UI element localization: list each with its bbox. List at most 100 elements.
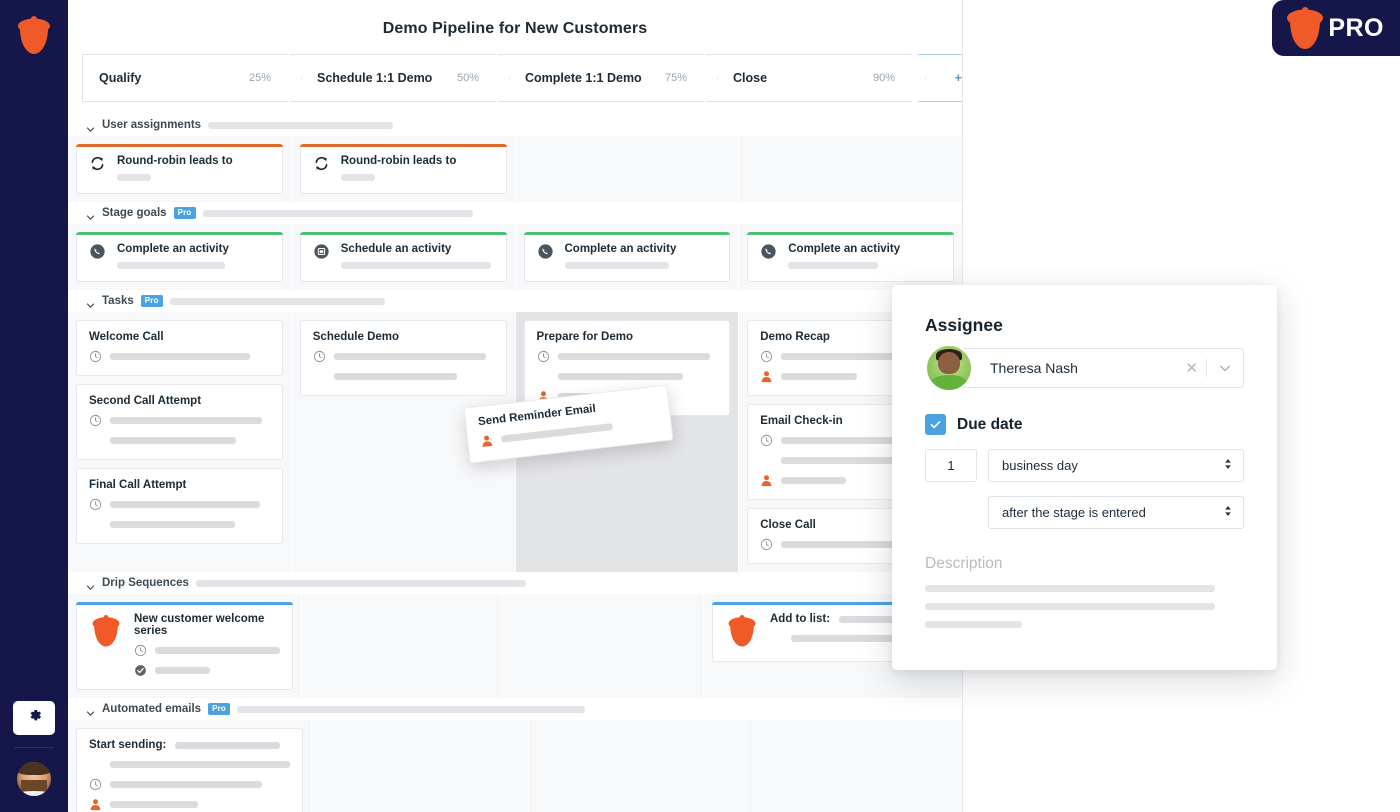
board-card[interactable]: Complete an activity [76,232,283,282]
due-date-timing-select[interactable]: after the stage is entered [988,496,1244,529]
board-cell-stage_goals-2[interactable]: Schedule an activity [291,224,515,290]
app-window: Demo Pipeline for New Customers Qualify 2… [68,0,963,812]
board-card-row [117,174,270,181]
board-card-body: Round-robin leads to [340,155,494,181]
pro-badge: PRO [1272,0,1400,56]
chevron-down-icon[interactable] [86,121,95,132]
board-card[interactable]: Complete an activity [523,232,731,282]
board-card-row [89,434,270,447]
chevron-down-icon[interactable] [86,297,95,308]
board-card-row [537,370,718,383]
pipeline-stage-4[interactable]: Close 90% [706,54,926,102]
board-card[interactable]: Schedule Demo [299,320,507,396]
due-date-unit-value: business day [1002,458,1078,473]
acorn-icon [1282,4,1328,52]
board-cell-tasks-1[interactable]: Welcome Call Second Call Attempt Final Cal… [68,312,291,572]
section-header-user_assignments[interactable]: User assignments [68,114,962,136]
section-skeleton-bar [202,209,473,217]
board-card-skeleton [117,262,225,269]
board-card[interactable]: Second Call Attempt [76,384,283,460]
assignee-avatar-face [938,352,960,375]
pipeline-stage-percent: 50% [456,72,479,84]
board-card[interactable]: New customer welcome series [76,602,293,690]
board-card[interactable]: Final Call Attempt [76,468,283,544]
board-cell-automated_emails-1[interactable]: Start sending: [68,720,311,812]
due-date-checkbox[interactable] [925,414,946,435]
dragged-task-skeleton [500,423,613,443]
board-card-row [89,498,270,511]
user-avatar[interactable] [17,762,51,796]
pipeline-stage-1[interactable]: Qualify 25% [82,54,302,102]
board-cell-user_assignments-3[interactable] [515,136,739,202]
board-cell-user_assignments-1[interactable]: Round-robin leads to [68,136,291,202]
settings-gear-button[interactable] [13,701,55,735]
board-card-title: Final Call Attempt [89,479,187,491]
section-skeleton-bar [208,121,394,129]
board-card-title: Round-robin leads to [340,155,457,167]
clock-icon [89,778,102,791]
board-cell-automated_emails-4[interactable] [746,720,962,812]
board-card-row [89,758,290,771]
pipeline-board: User assignments Round-robin leads to Roun… [68,114,962,812]
board-cell-drip_sequences-2[interactable] [302,594,502,698]
round-robin-icon [313,155,330,172]
description-line [925,621,1022,628]
row-spacer [89,758,102,771]
board-card[interactable]: Schedule an activity [299,232,507,282]
description-line [925,585,1215,592]
board-cell-user_assignments-2[interactable]: Round-robin leads to [291,136,515,202]
board-cell-stage_goals-1[interactable]: Complete an activity [68,224,291,290]
section-header-automated_emails[interactable]: Automated emails Pro [68,698,962,720]
board-card-skeleton [117,174,151,181]
board-card[interactable]: Welcome Call [76,320,283,376]
board-card[interactable]: Round-robin leads to [76,144,283,194]
board-cell-automated_emails-2[interactable] [312,720,528,812]
assignee-input[interactable]: Theresa Nash ✕ [959,348,1244,388]
board-card[interactable]: Round-robin leads to [299,144,507,194]
board-card-row [134,664,280,677]
phone-circle-icon [89,243,106,260]
clock-icon [760,538,773,551]
board-card-title: Schedule Demo [312,331,400,343]
row-spacer [313,370,326,383]
board-card-title: Start sending: [89,739,167,751]
board-card-title-row: Start sending: [89,739,290,751]
section-title: Stage goals [102,207,167,219]
board-cell-drip_sequences-3[interactable] [503,594,703,698]
panel-heading: Assignee [925,315,1003,335]
pipeline-stage-2[interactable]: Schedule 1:1 Demo 50% [290,54,510,102]
acorn-logo-icon[interactable] [14,14,54,56]
board-card-skeleton [557,353,710,360]
board-cell-drip_sequences-1[interactable]: New customer welcome series [68,594,301,698]
calendar-circle-icon [313,243,330,260]
board-cell-stage_goals-3[interactable]: Complete an activity [515,224,739,290]
chevron-down-icon[interactable] [86,705,95,716]
board-cell-user_assignments-4[interactable] [739,136,962,202]
due-date-unit-select[interactable]: business day [988,449,1244,482]
pipeline-stages: Qualify 25% Schedule 1:1 Demo 50% Complete 1… [82,54,948,102]
section-header-stage_goals[interactable]: Stage goals Pro [68,202,962,224]
close-icon[interactable]: ✕ [1177,359,1206,377]
board-card-title: Welcome Call [89,331,164,343]
board-cell-automated_emails-3[interactable] [529,720,745,812]
board-card-skeleton [110,521,235,528]
board-card[interactable]: Start sending: [76,728,303,812]
board-card-row [89,414,270,427]
board-card-body: Round-robin leads to [117,155,270,181]
chevron-down-icon[interactable] [1207,361,1243,375]
board-cell-stage_goals-4[interactable]: Complete an activity [739,224,962,290]
due-date-label: Due date [957,415,1023,433]
section-header-drip_sequences[interactable]: Drip Sequences [68,572,962,594]
due-date-amount-input[interactable]: 1 [925,449,977,482]
page-title: Demo Pipeline for New Customers [382,20,648,37]
pipeline-stage-name: Complete 1:1 Demo [525,71,642,85]
board-card-title: Complete an activity [788,243,901,255]
pipeline-stage-3[interactable]: Complete 1:1 Demo 75% [498,54,718,102]
row-spacer [89,518,102,531]
section-header-tasks[interactable]: Tasks Pro [68,290,962,312]
section-columns-automated_emails: Start sending: [68,720,962,812]
chevron-down-icon[interactable] [86,579,95,590]
chevron-down-icon[interactable] [86,209,95,220]
board-card[interactable]: Complete an activity [747,232,954,282]
round-robin-icon [89,155,106,172]
